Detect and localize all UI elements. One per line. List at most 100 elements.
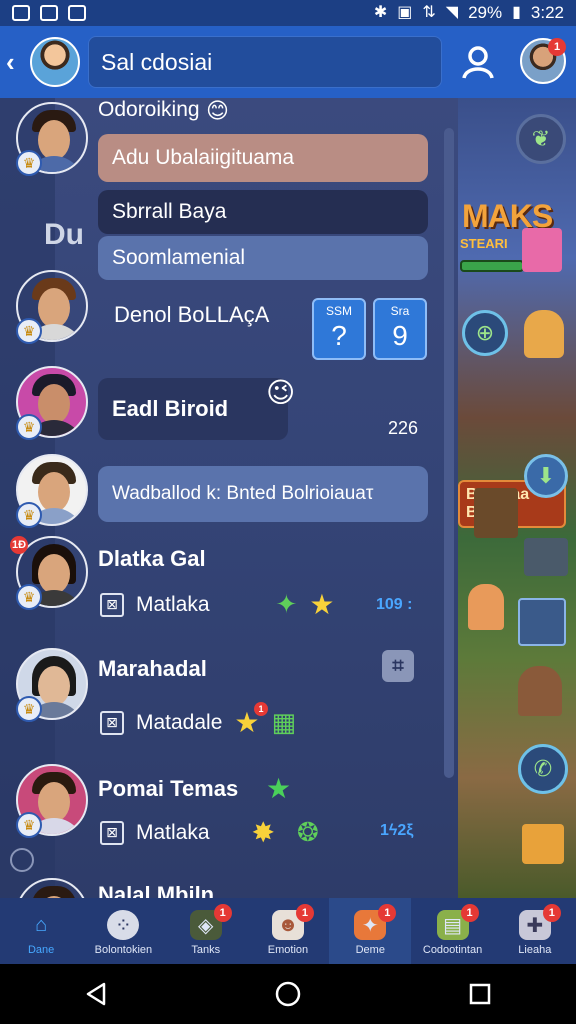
checkbox[interactable]: ⊠ — [100, 592, 124, 617]
nav-item[interactable]: ◈ 1 Tanks — [165, 898, 247, 964]
battery-icon: ▮ — [512, 4, 521, 21]
wifi-icon: ◥ — [445, 4, 459, 21]
stat-tile[interactable]: Sra 9 — [373, 298, 427, 360]
search-input[interactable]: Sal cdosiai — [88, 36, 442, 88]
profile-avatar[interactable] — [30, 37, 80, 87]
status-text: Matlaka — [136, 592, 210, 616]
status-text: Matadale — [136, 710, 223, 734]
home-icon: ⌂ — [35, 913, 48, 936]
data-icon: ⇅ — [422, 4, 436, 21]
message-bubble[interactable]: Sbrrall Baya — [98, 190, 428, 234]
system-nav — [0, 964, 576, 1024]
nav-label: Emotion — [267, 944, 309, 956]
nav-item[interactable]: ⁘ Bolontokien — [82, 898, 164, 964]
recents-square-icon[interactable] — [460, 974, 500, 1014]
nav-label: Tanks — [191, 944, 221, 956]
nav-label: Bolontokien — [94, 944, 153, 956]
user-icon[interactable] — [458, 42, 498, 82]
box-figure — [522, 824, 564, 864]
checkbox[interactable]: ⊠ — [100, 710, 124, 735]
game-background: ❦ MAKS STEARI ⊕ Boomaa Bo ⬇ ✆ — [458, 98, 576, 898]
nav-label: Lieaha — [518, 944, 552, 956]
vibrate-icon: ▣ — [397, 4, 413, 21]
score: 1ϟ2ξ — [380, 822, 414, 839]
leaf-icon[interactable]: ❦ — [516, 114, 566, 164]
target-icon[interactable]: ⊕ — [462, 310, 508, 356]
bluetooth-icon: ✱ — [373, 4, 388, 21]
score: 109 : — [376, 596, 413, 613]
emoji-icon: 😉 — [266, 377, 296, 408]
nav-label: Codootintan — [422, 944, 483, 956]
tile-value: ? — [331, 320, 347, 351]
progress-bar — [460, 260, 524, 272]
contact-name: Marahadal — [98, 656, 207, 681]
hero-figure — [524, 310, 564, 358]
chat-icon[interactable]: ✆ — [518, 744, 568, 794]
message-bubble[interactable]: Soomlamenial — [98, 236, 428, 280]
dots-icon: ⁘ — [107, 910, 140, 940]
status-bar: ✱ ▣ ⇅ ◥ 29% ▮ 3:22 — [0, 0, 576, 26]
notification-badge: 1 — [548, 38, 566, 56]
crown-icon: ♛ — [16, 318, 42, 344]
chest-icon: ▦ — [271, 707, 297, 737]
screen-figure — [518, 598, 566, 646]
crown-icon: ♛ — [16, 812, 42, 838]
tile-label: Sra — [390, 304, 410, 318]
nav-item[interactable]: ☻ 1 Emotion — [247, 898, 329, 964]
machine-figure — [524, 538, 568, 576]
tile-label: SSM — [325, 304, 352, 318]
conversation-list: Du ♛ Odoroiking 😊 Adu Ubalaiigituama Sbr… — [0, 98, 458, 950]
message-bubble[interactable]: Adu Ubalaiigituama — [98, 134, 428, 182]
side-label: Du — [44, 218, 84, 251]
settings-icon[interactable] — [10, 848, 34, 872]
bottom-nav: ⌂ Dane ⁘ Bolontokien ◈ 1 Tanks ☻ 1 Emoti… — [0, 898, 576, 964]
status-row: ⊠ Matlaka ✦ ★ — [100, 588, 334, 621]
notification-badge: 1 — [254, 702, 268, 716]
notification-badge: 1 — [213, 904, 232, 922]
notification-badge: 1 — [460, 904, 479, 922]
contact-name: Pomai Temas — [98, 776, 239, 801]
nav-item[interactable]: ✦ 1 Deme — [329, 898, 412, 964]
contact-name: Odoroiking — [98, 98, 200, 121]
tower-figure — [474, 488, 518, 538]
star-icon: ★ — [266, 773, 292, 804]
nav-item[interactable]: ✚ 1 Lieaha — [494, 898, 576, 964]
crown-icon: ♛ — [16, 584, 42, 610]
status-text: Matlaka — [136, 820, 210, 844]
message-count: 226 — [388, 418, 419, 438]
nav-label: Deme — [355, 944, 385, 956]
clock: 3:22 — [530, 3, 564, 22]
menu-icon[interactable]: ⌗ — [382, 650, 414, 682]
mail-icon — [68, 5, 86, 21]
villager-figure — [518, 666, 562, 716]
scrollbar[interactable] — [444, 128, 454, 778]
battery-percent: 29% — [468, 3, 503, 22]
tile-value: 9 — [392, 320, 408, 351]
app-header: ‹ Sal cdosiai 1 — [0, 26, 576, 98]
notification-badge: 1 — [542, 904, 561, 922]
star-icon: ★ — [309, 589, 335, 620]
message-bubble[interactable]: Wadballod k: Bnted Bolrioiauaτ — [98, 466, 428, 522]
notification-badge: 1 — [378, 904, 397, 922]
back-triangle-icon[interactable] — [76, 974, 116, 1014]
nav-item[interactable]: ▤ 1 Codootintan — [411, 898, 493, 964]
crown-icon: ♛ — [16, 150, 42, 176]
checkbox[interactable]: ⊠ — [100, 820, 124, 845]
shield-icon[interactable]: ⬇ — [524, 454, 568, 498]
status-row: ⊠ Matlaka ✸ ❂ — [100, 816, 319, 849]
nav-home[interactable]: ⌂ Dane — [0, 898, 82, 964]
image-icon — [40, 5, 58, 21]
home-circle-icon[interactable] — [268, 974, 308, 1014]
star-icon: ✸ — [251, 817, 275, 848]
clover-icon: ❂ — [297, 817, 319, 847]
contact-name: Denol BoLLAçA — [114, 302, 270, 327]
notification-badge: 1Ð — [10, 536, 28, 554]
message-bubble[interactable]: Eadl Biroid — [98, 378, 288, 440]
crown-icon: ♛ — [16, 696, 42, 722]
game-subtitle: STEARI — [460, 236, 508, 251]
stat-tile[interactable]: SSM ? — [312, 298, 366, 360]
back-arrow-icon[interactable]: ‹ — [6, 47, 28, 78]
character-figure — [522, 228, 562, 272]
notification-badge: 1 — [295, 904, 314, 922]
gem-icon: ✦ — [275, 589, 298, 619]
